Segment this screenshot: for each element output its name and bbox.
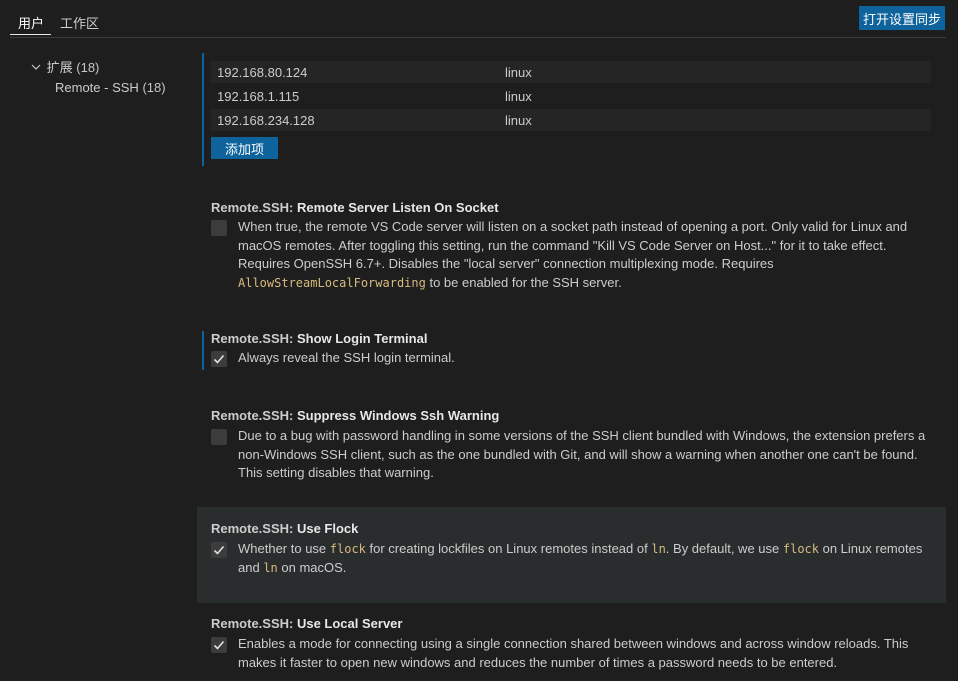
tree-item-label: 扩展 bbox=[46, 60, 73, 75]
checkmark-icon bbox=[213, 354, 225, 364]
tree-item-count: (18) bbox=[76, 60, 100, 75]
settings-header: 用户 工作区 打开设置同步 bbox=[0, 0, 958, 38]
host-address: 192.168.1.115 bbox=[217, 89, 300, 104]
active-tab-indicator bbox=[10, 34, 51, 35]
setting-checkbox[interactable] bbox=[211, 637, 227, 653]
setting-use-flock: Remote.SSH: Use Flock Whether to use flo… bbox=[197, 507, 946, 603]
setting-title: Remote.SSH: Show Login Terminal bbox=[211, 331, 428, 346]
focused-setting-indicator bbox=[202, 53, 204, 166]
setting-title: Remote.SSH: Suppress Windows Ssh Warning bbox=[211, 408, 500, 423]
setting-description: Whether to use flock for creating lockfi… bbox=[238, 541, 923, 575]
host-address: 192.168.80.124 bbox=[217, 65, 308, 80]
tab-workspace[interactable]: 工作区 bbox=[60, 13, 99, 32]
list-item[interactable]: 192.168.234.128 linux bbox=[211, 109, 931, 131]
setting-checkbox[interactable] bbox=[211, 542, 227, 558]
setting-description: When true, the remote VS Code server wil… bbox=[238, 219, 908, 290]
chevron-down-icon bbox=[31, 60, 43, 75]
setting-use-local-server: Remote.SSH: Use Local Server Enables a m… bbox=[197, 607, 946, 681]
tree-item-label: Remote - SSH bbox=[55, 80, 139, 95]
add-item-button[interactable]: 添加项 bbox=[211, 137, 278, 159]
setting-title: Remote.SSH: Use Local Server bbox=[211, 616, 403, 631]
inline-code: ln bbox=[651, 542, 666, 556]
tree-item-count: (18) bbox=[142, 80, 166, 95]
inline-code: flock bbox=[782, 542, 819, 556]
checkmark-icon bbox=[213, 545, 225, 555]
host-platform: linux bbox=[505, 113, 532, 128]
inline-code: flock bbox=[329, 542, 366, 556]
host-platform: linux bbox=[505, 89, 532, 104]
setting-checkbox[interactable] bbox=[211, 220, 227, 236]
turn-on-settings-sync-button[interactable]: 打开设置同步 bbox=[859, 6, 945, 30]
setting-description: Due to a bug with password handling in s… bbox=[238, 428, 926, 480]
host-address: 192.168.234.128 bbox=[217, 113, 315, 128]
tab-user[interactable]: 用户 bbox=[18, 13, 44, 32]
setting-description: Enables a mode for connecting using a si… bbox=[238, 636, 909, 670]
list-item[interactable]: 192.168.1.115 linux bbox=[211, 85, 931, 107]
checkmark-icon bbox=[213, 640, 225, 650]
tree-item-remote-ssh[interactable]: Remote - SSH (18) bbox=[55, 80, 166, 95]
setting-checkbox[interactable] bbox=[211, 351, 227, 367]
setting-suppress-windows-ssh-warning: Remote.SSH: Suppress Windows Ssh Warning… bbox=[197, 399, 946, 491]
setting-description: Always reveal the SSH login terminal. bbox=[238, 350, 455, 365]
inline-code: AllowStreamLocalForwarding bbox=[238, 275, 426, 290]
setting-remote-server-listen-on-socket: Remote.SSH: Remote Server Listen On Sock… bbox=[197, 190, 946, 302]
setting-title: Remote.SSH: Use Flock bbox=[211, 521, 359, 536]
list-item[interactable]: 192.168.80.124 linux bbox=[211, 61, 931, 83]
setting-checkbox[interactable] bbox=[211, 429, 227, 445]
inline-code: ln bbox=[263, 560, 278, 575]
header-divider bbox=[10, 37, 946, 38]
tree-item-extensions[interactable]: 扩展 (18) bbox=[31, 57, 99, 76]
host-platform: linux bbox=[505, 65, 532, 80]
setting-show-login-terminal: Remote.SSH: Show Login Terminal Always r… bbox=[197, 321, 946, 376]
setting-title: Remote.SSH: Remote Server Listen On Sock… bbox=[211, 200, 499, 215]
